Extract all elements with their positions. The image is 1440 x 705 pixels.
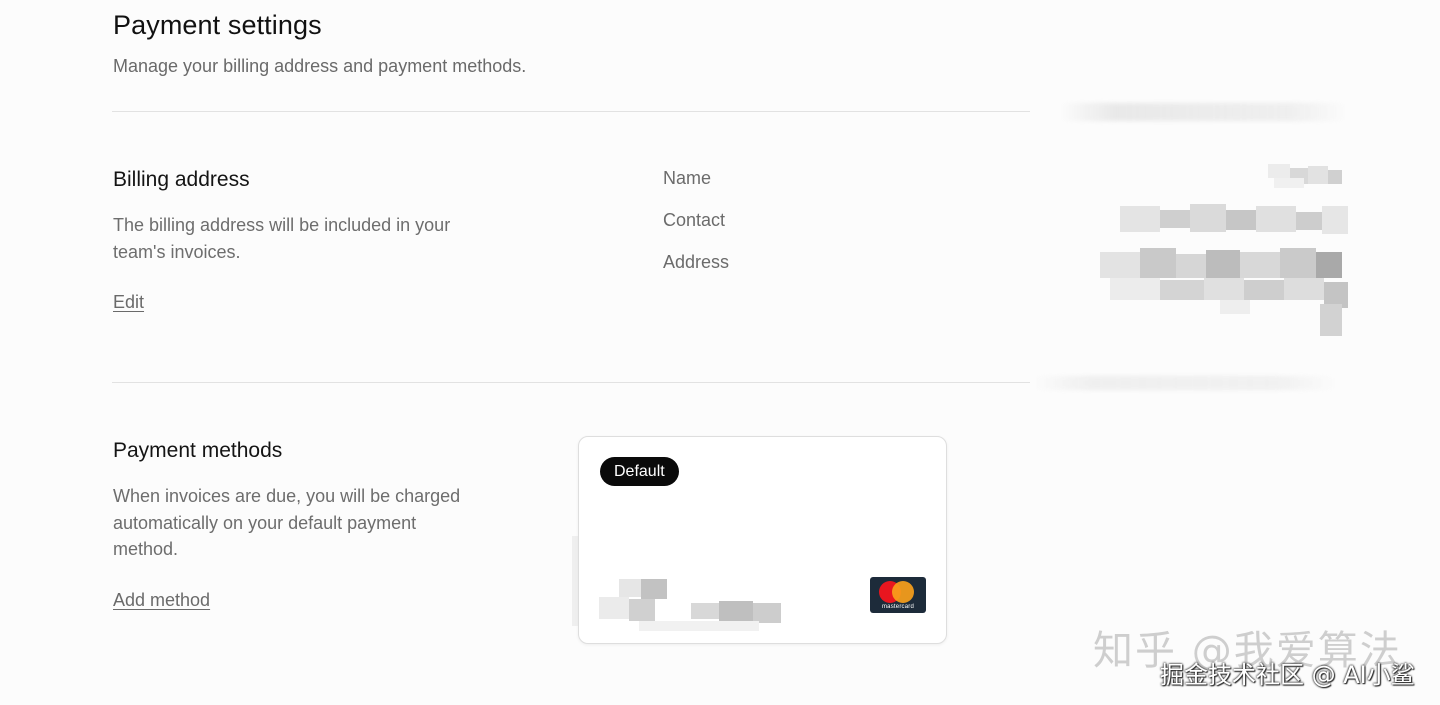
watermark-juejin: 掘金技术社区 @ AI小鲨 <box>1160 661 1415 689</box>
payment-section-title: Payment methods <box>113 439 283 462</box>
mastercard-logo-icon: mastercard <box>870 577 926 613</box>
billing-section-title: Billing address <box>113 168 250 191</box>
redacted-address-value <box>1100 242 1350 338</box>
redacted-row-value <box>1032 376 1337 390</box>
page-title: Payment settings <box>113 10 322 40</box>
redacted-header-value <box>1058 103 1348 121</box>
default-badge: Default <box>600 457 679 486</box>
mastercard-brand-label: mastercard <box>881 604 914 610</box>
divider <box>112 382 1030 383</box>
payment-settings-page: Payment settings Manage your billing add… <box>0 0 1440 705</box>
add-method-link[interactable]: Add method <box>113 590 210 611</box>
payment-section-description: When invoices are due, you will be charg… <box>113 486 461 559</box>
page-subtitle: Manage your billing address and payment … <box>113 56 527 76</box>
billing-section-description: The billing address will be included in … <box>113 215 451 262</box>
redacted-name-value <box>1260 160 1344 194</box>
billing-address-label: Address <box>663 252 730 272</box>
payment-method-card[interactable]: Default mastercard <box>578 436 947 644</box>
redacted-edge <box>572 536 578 626</box>
edit-billing-link[interactable]: Edit <box>113 292 144 313</box>
billing-contact-label: Contact <box>663 210 726 230</box>
billing-name-label: Name <box>663 168 712 188</box>
redacted-card-number <box>595 577 795 633</box>
divider <box>112 111 1030 112</box>
redacted-contact-value <box>1120 200 1350 236</box>
